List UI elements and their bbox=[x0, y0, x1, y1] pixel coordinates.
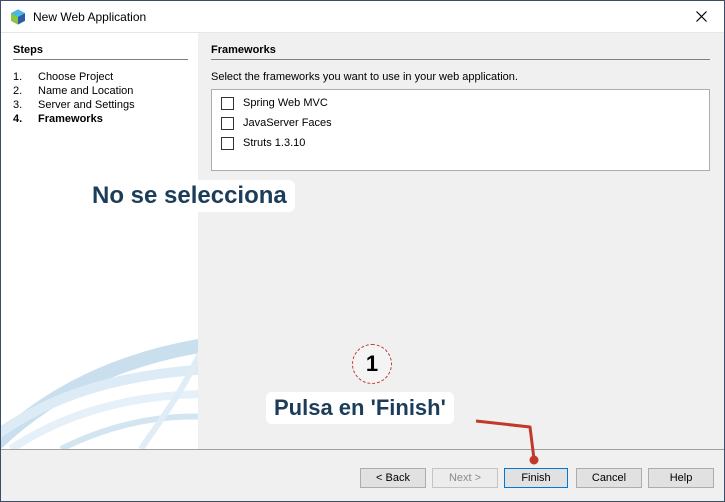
back-button[interactable]: < Back bbox=[360, 468, 426, 488]
framework-item-spring[interactable]: Spring Web MVC bbox=[221, 95, 328, 111]
framework-label: JavaServer Faces bbox=[243, 117, 332, 129]
framework-label: Struts 1.3.10 bbox=[243, 137, 306, 149]
step-number: 4. bbox=[13, 113, 23, 125]
annotation-click-finish: Pulsa en 'Finish' bbox=[266, 392, 454, 424]
step-number: 2. bbox=[13, 85, 23, 97]
frameworks-heading: Frameworks bbox=[211, 44, 276, 56]
step-item-choose-project: 1. Choose Project bbox=[13, 70, 135, 84]
step-item-frameworks: 4. Frameworks bbox=[13, 112, 135, 126]
step-label: Server and Settings bbox=[38, 99, 135, 111]
framework-checkbox[interactable] bbox=[221, 136, 234, 150]
framework-checkbox[interactable] bbox=[221, 96, 234, 110]
dialog-window: New Web Application Steps 1. Choose Proje… bbox=[0, 0, 725, 502]
frameworks-panel: Frameworks Select the frameworks you wan… bbox=[199, 33, 724, 449]
steps-heading: Steps bbox=[13, 44, 43, 56]
close-icon bbox=[695, 11, 707, 22]
step-label: Name and Location bbox=[38, 85, 134, 97]
step-number: 3. bbox=[13, 99, 23, 111]
framework-item-jsf[interactable]: JavaServer Faces bbox=[221, 115, 332, 131]
steps-panel: Steps 1. Choose Project 2. Name and Locati… bbox=[1, 33, 198, 449]
steps-divider bbox=[13, 59, 188, 60]
frameworks-list: Spring Web MVC JavaServer Faces Struts 1… bbox=[211, 89, 710, 171]
help-button[interactable]: Help bbox=[648, 468, 714, 488]
step-number-marker: 1 bbox=[352, 344, 392, 384]
framework-checkbox[interactable] bbox=[221, 116, 234, 130]
framework-item-struts[interactable]: Struts 1.3.10 bbox=[221, 135, 305, 151]
decorative-swoosh-graphic bbox=[1, 339, 198, 449]
step-item-server-settings: 3. Server and Settings bbox=[13, 98, 135, 112]
step-label: Frameworks bbox=[38, 113, 103, 125]
step-item-name-location: 2. Name and Location bbox=[13, 84, 135, 98]
step-number: 1. bbox=[13, 71, 23, 83]
frameworks-divider bbox=[211, 59, 710, 60]
window-title: New Web Application bbox=[33, 10, 147, 24]
steps-list: 1. Choose Project 2. Name and Location 3. S… bbox=[13, 70, 135, 126]
title-bar: New Web Application bbox=[1, 1, 724, 33]
finish-button[interactable]: Finish bbox=[504, 468, 568, 488]
annotation-no-select: No se selecciona bbox=[84, 180, 295, 212]
cancel-button[interactable]: Cancel bbox=[576, 468, 642, 488]
frameworks-description: Select the frameworks you want to use in… bbox=[211, 71, 518, 83]
step-label: Choose Project bbox=[38, 71, 114, 83]
button-bar-divider bbox=[1, 449, 724, 450]
framework-label: Spring Web MVC bbox=[243, 97, 328, 109]
netbeans-app-icon bbox=[11, 9, 25, 25]
next-button[interactable]: Next > bbox=[432, 468, 498, 488]
close-button[interactable] bbox=[678, 1, 724, 32]
